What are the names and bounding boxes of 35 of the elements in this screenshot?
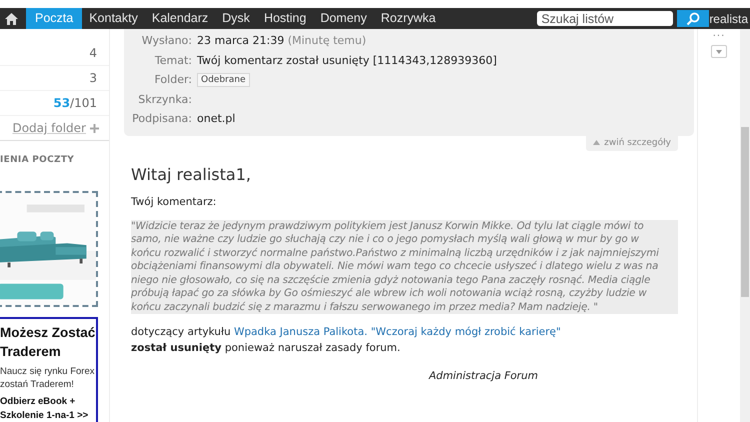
ad-panel[interactable]: Możesz Zostać Traderem Naucz się rynku Forex zostań Traderem! Odbierz eBook + Szkolenie 1-na-1 >> — [0, 317, 98, 422]
nav-tab[interactable]: Hosting — [256, 8, 314, 29]
field-value: 23 marca 21:39 (Minutę temu) — [197, 34, 366, 48]
folder-count: 53/101 — [53, 96, 97, 110]
ad-title: Możesz Zostać Traderem — [0, 324, 96, 361]
nav-tab[interactable]: Domeny — [313, 8, 374, 29]
nav-tab[interactable]: Rozrywka — [374, 8, 443, 29]
field-label: Temat: — [154, 54, 193, 67]
ad-link[interactable]: Odbierz eBook + Szkolenie 1-na-1 >> — [0, 395, 96, 422]
folder-count: 3 — [89, 71, 97, 85]
ad-text: zostań Traderem! — [0, 378, 75, 391]
section-heading: IENIA POCZTY — [0, 155, 76, 165]
field-value: Twój komentarz został usunięty [1114343,128939360] — [197, 54, 497, 67]
search-field[interactable]: Szukaj listów — [537, 11, 674, 26]
quoted-comment: "Widzicie teraz że jedynym prawdziwym politykiem jest Janusz Korwin Mikke. Od tylu lat ciągle mówi to samo, nie ważne czy ludzie go słuchają czy nie i co o jego pomysłach myślą wali głową w mur by go w końcu rozwalić i stworzyć normalne państwo.Państwo z minimalną liczbą urzędników i z jak najmniejszymi obciążeniami finansowymi dla obywateli. Nie mówi wam tego co chcecie usłyszeć i dlatego wielu z was na niego nie głosowało, co się na szczęście zmienia gdyż notowania tego Pana zaczęły rosnąć. Media ciągle próbują łapać go za słówka by Go ośmieszyć ale wbrew ich woli notowania wciąż rosną, czyżby ludzie w końcu zaczynali budzić się z marazmu i fałszu serwowanego im przez media? Mam nadzieję. " — [131, 220, 678, 314]
removal-notice: został usunięty ponieważ naruszał zasady forum. — [131, 342, 402, 354]
field-value: onet.pl — [197, 112, 236, 126]
ad-text: Naucz się rynku Forex — [0, 365, 96, 378]
nav-tab[interactable]: Kalendarz — [144, 8, 216, 29]
field-label: Wysłano: — [140, 34, 193, 48]
folder-tag[interactable]: Odebrane — [197, 72, 250, 87]
field-label: Podpisana: — [131, 112, 193, 126]
article-reference: dotyczący artykułu Wpadka Janusza Palikota. "Wczoraj każdy mógł zrobić karierę" — [131, 326, 562, 338]
signature: Administracja Forum — [428, 370, 538, 382]
article-link[interactable]: Wpadka Janusza Palikota. "Wczoraj każdy mógł zrobić karierę" — [234, 326, 561, 338]
comment-label: Twój komentarz: — [131, 196, 218, 208]
more-options-button[interactable]: ... — [712, 29, 726, 39]
nav-tab[interactable]: Kontakty — [82, 8, 145, 29]
add-folder-link[interactable]: Dodaj folder — [12, 121, 86, 135]
user-name[interactable]: realista — [709, 12, 748, 26]
field-label: Folder: — [153, 73, 193, 86]
folder-count: 4 — [89, 46, 97, 60]
field-label: Skrzynka: — [137, 92, 193, 106]
nav-tab[interactable]: Dysk — [215, 8, 257, 29]
greeting: Witaj realista1, — [131, 164, 252, 184]
